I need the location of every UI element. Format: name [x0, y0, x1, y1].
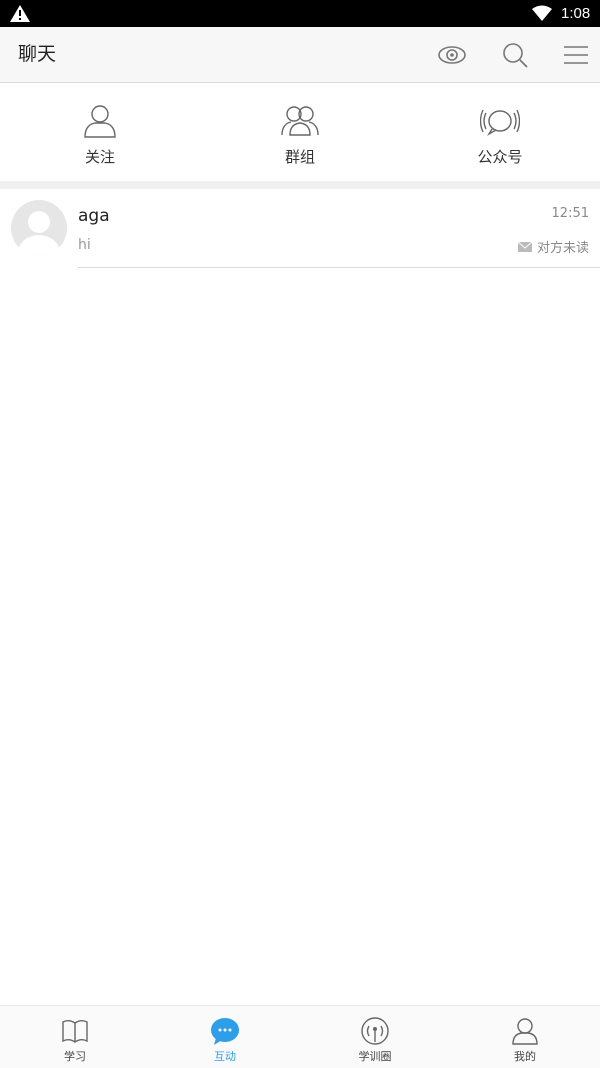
- read-status: 对方未读: [517, 237, 589, 256]
- chat-name: aga: [78, 206, 110, 226]
- chat-list-item[interactable]: aga 12:51 hi 对方未读: [0, 189, 600, 269]
- section-divider: [0, 181, 600, 189]
- category-official-accounts[interactable]: 公众号: [400, 83, 600, 181]
- category-follow[interactable]: 关注: [0, 83, 200, 181]
- category-label: 公众号: [477, 148, 523, 166]
- search-icon[interactable]: [500, 40, 530, 70]
- signal-icon: [361, 1017, 389, 1045]
- book-icon: [62, 1020, 88, 1043]
- status-time: 1:08: [561, 5, 591, 22]
- chat-bubble-icon: [211, 1018, 239, 1045]
- category-tabs: 关注 群组 公众号: [0, 83, 600, 181]
- read-status-label: 对方未读: [536, 241, 589, 256]
- chat-time: 12:51: [551, 206, 589, 221]
- page-title: 聊天: [18, 43, 57, 65]
- nav-study[interactable]: 学习: [0, 1006, 150, 1068]
- nav-interact[interactable]: 互动: [150, 1006, 300, 1068]
- default-avatar-icon: [17, 211, 61, 256]
- app-header: 聊天: [0, 27, 600, 83]
- bottom-navigation: 学习 互动 学训圈 我的: [0, 1005, 600, 1068]
- nav-label: 学训圈: [358, 1050, 392, 1063]
- warning-icon: [10, 5, 30, 22]
- nav-label: 我的: [514, 1050, 536, 1063]
- person-icon: [84, 105, 116, 138]
- nav-label: 学习: [64, 1050, 86, 1063]
- nav-label: 互动: [214, 1050, 236, 1063]
- broadcast-icon: [480, 109, 520, 136]
- group-icon: [281, 106, 319, 136]
- avatar: [11, 200, 67, 256]
- wifi-icon: [532, 5, 552, 21]
- status-bar: 1:08: [0, 0, 600, 27]
- chat-preview: hi: [78, 237, 91, 253]
- nav-training-circle[interactable]: 学训圈: [300, 1006, 450, 1068]
- mail-icon: [517, 241, 532, 252]
- menu-icon[interactable]: [561, 40, 591, 70]
- row-divider: [78, 267, 600, 268]
- category-groups[interactable]: 群组: [200, 83, 400, 181]
- category-label: 关注: [84, 148, 115, 166]
- nav-mine[interactable]: 我的: [450, 1006, 600, 1068]
- eye-icon[interactable]: [437, 40, 467, 70]
- profile-icon: [512, 1018, 538, 1045]
- category-label: 群组: [284, 148, 315, 166]
